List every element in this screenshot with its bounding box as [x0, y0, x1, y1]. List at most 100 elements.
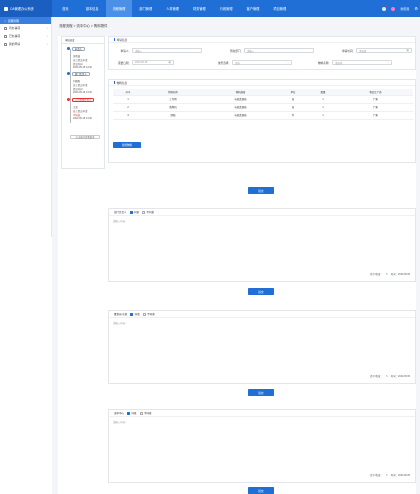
settings-icon[interactable]: ⚙ — [414, 6, 418, 11]
agree-option[interactable]: 同意 — [130, 312, 140, 316]
document-icon — [4, 42, 7, 46]
nav-home[interactable]: 首页 — [52, 0, 79, 17]
submit-button-4[interactable]: 提交 — [248, 487, 274, 494]
tree-node[interactable]: 人力资源负责人 — [67, 98, 95, 102]
sidebar-item-todo[interactable]: 待办事项 › — [0, 24, 51, 32]
materials-table: 序号 物料名称 物料规格 单位 数量 物品生厂商 1 工作牌 标准类规格张 1 厂家 2… — [113, 89, 413, 120]
chevron-down-icon: ⌄ — [286, 61, 289, 64]
nav-finance[interactable]: 财务管理 — [186, 0, 213, 17]
dept-label: 所在部门： — [230, 50, 243, 53]
signature-row: 签字/签章： ✎ 时间：2020.05.05 — [370, 374, 410, 379]
materials-card: 物料信息 序号 物料名称 物料规格 单位 数量 物品生厂商 1 工作牌 标准类规格张… — [108, 79, 416, 163]
logo-icon — [4, 6, 8, 11]
submit-button-1[interactable]: 提交 — [248, 187, 274, 194]
table-row: 3 制服 标准类规格件 1 厂家 — [113, 111, 413, 119]
breadcrumb: 流程流程 > 流中中心 > 购料物件 — [59, 24, 108, 28]
signature-icon[interactable]: ✎ — [386, 375, 388, 378]
agree-option[interactable]: 同意 — [129, 210, 139, 214]
approval-tree: 审批进度 申请人 张晓曼 员工提交申请 提交时间 2020-05-15 14:3… — [61, 36, 105, 169]
tree-node[interactable]: 申请人 — [67, 47, 85, 51]
checkbox-checked-icon — [129, 210, 133, 214]
chevron-right-icon: › — [47, 42, 48, 46]
signature-row: 签字/签章： ✎ 时间：2020.05.05 — [370, 473, 410, 478]
expand-more-button[interactable]: 点击展开查看更多 — [70, 135, 100, 139]
main-nav: 首页 基本信息 流程管理 部门管理 人事管理 财务管理 行政管理 客户管理 项目… — [52, 0, 293, 17]
nav-department[interactable]: 部门管理 — [132, 0, 159, 17]
opinion-title: 流中中心 — [114, 412, 125, 415]
content-panel: 审批进度 申请人 张晓曼 员工提交申请 提交时间 2020-05-15 14:3… — [58, 36, 416, 494]
application-card: 申请信息 申请人： 请输入 所在部门： 请输入 申请时间： 请选择 ▦ 需要日期：… — [108, 36, 416, 70]
chevron-down-icon: ⌄ — [386, 61, 389, 64]
nav-process[interactable]: 流程管理 — [105, 0, 133, 17]
calendar-icon: ▦ — [168, 61, 171, 64]
nav-admin[interactable]: 行政管理 — [213, 0, 240, 17]
goods-label: 物料名称： — [318, 62, 331, 65]
date-label: 需要日期： — [118, 62, 131, 65]
chevron-right-icon: › — [47, 26, 48, 30]
checkbox-icon — [142, 312, 146, 316]
sidebar-header[interactable]: ⌂ 流程管理 — [0, 17, 51, 24]
opinion-card-dept: 部门负责人 同意 不同意 请输入内容... 签字/签章： ✎ 时间：2020.05.… — [108, 208, 416, 282]
app-title: OA管理办公系统 — [10, 7, 34, 11]
app-logo[interactable]: OA管理办公系统 — [0, 0, 52, 17]
tree-sub: 2020-05-15 14:30 — [73, 117, 92, 120]
add-material-button[interactable]: 新增物料 — [113, 142, 141, 148]
top-bar: OA管理办公系统 首页 基本信息 流程管理 部门管理 人事管理 财务管理 行政管… — [0, 0, 420, 17]
opinion-textarea[interactable]: 请输入内容... — [113, 420, 127, 424]
nav-basic-info[interactable]: 基本信息 — [79, 0, 106, 17]
done-icon — [4, 34, 7, 38]
opinion-card-center: 流中中心 同意 不同意 请输入内容... 签字/签章： ✎ 时间：2020.05.0… — [108, 409, 416, 483]
time-label: 申请时间： — [342, 50, 355, 53]
home-icon: ⌂ — [4, 18, 6, 23]
tree-node[interactable]: 部门负责人 — [67, 72, 90, 76]
tree-sub: 2020-05-15 14:30 — [73, 91, 92, 94]
nav-project[interactable]: 项目管理 — [266, 0, 293, 17]
opinion-title: 部门负责人 — [114, 211, 127, 214]
signature-icon[interactable]: ✎ — [386, 273, 388, 276]
node-dot-icon — [67, 47, 71, 51]
type-select[interactable]: 请选 ⌄ — [232, 60, 292, 65]
user-name[interactable]: 张晓曼 — [400, 7, 409, 11]
card-header: 申请信息 — [109, 37, 415, 43]
opinion-header: 流中中心 同意 不同意 — [109, 410, 415, 417]
applicant-label: 申请人： — [120, 50, 131, 53]
tree-title: 审批进度 — [62, 37, 104, 44]
sidebar: ⌂ 流程管理 待办事项 › 已办事项 › 我的申请 › — [0, 17, 52, 237]
checkbox-checked-icon — [130, 312, 134, 316]
signature-icon[interactable]: ✎ — [386, 474, 388, 477]
node-dot-icon — [67, 72, 71, 76]
avatar[interactable] — [391, 6, 396, 11]
goods-select[interactable]: 请选择 ⌄ — [332, 60, 392, 65]
notification-icon[interactable] — [382, 5, 388, 11]
todo-icon — [4, 26, 7, 30]
nav-customer[interactable]: 客户管理 — [240, 0, 267, 17]
time-input[interactable]: 请选择 ▦ — [356, 48, 412, 53]
checkbox-icon — [139, 411, 143, 415]
signature-row: 签字/签章： ✎ 时间：2020.05.05 — [370, 272, 410, 277]
type-label: 类型选择： — [218, 62, 231, 65]
chevron-right-icon: › — [47, 34, 48, 38]
card-header: 物料信息 — [109, 80, 415, 86]
dept-input[interactable]: 请输入 — [244, 48, 314, 53]
submit-button-3[interactable]: 提交 — [248, 389, 274, 396]
applicant-input[interactable]: 请输入 — [132, 48, 202, 53]
opinion-textarea[interactable]: 请输入内容... — [113, 219, 127, 223]
nav-hr[interactable]: 人事管理 — [159, 0, 186, 17]
main-area: 流程流程 > 流中中心 > 购料物件 审批进度 申请人 张晓曼 员工提交申请 提… — [52, 17, 420, 494]
opinion-header: 董事长/总裁 同意 不同意 — [109, 311, 415, 318]
opinion-textarea[interactable]: 请输入内容... — [113, 321, 127, 325]
disagree-option[interactable]: 不同意 — [139, 411, 152, 415]
user-area: 张晓曼 ⚙ — [382, 0, 418, 17]
opinion-header: 部门负责人 同意 不同意 — [109, 209, 415, 216]
disagree-option[interactable]: 不同意 — [142, 312, 155, 316]
agree-option[interactable]: 同意 — [127, 411, 137, 415]
table-row: 1 工作牌 标准类规格张 1 厂家 — [113, 95, 413, 103]
sidebar-item-done[interactable]: 已办事项 › — [0, 32, 51, 40]
opinion-card-ceo: 董事长/总裁 同意 不同意 请输入内容... 签字/签章： ✎ 时间：2020.05… — [108, 310, 416, 384]
disagree-option[interactable]: 不同意 — [142, 210, 154, 214]
checkbox-icon — [142, 210, 146, 214]
checkbox-checked-icon — [127, 411, 131, 415]
submit-button-2[interactable]: 提交 — [248, 288, 274, 295]
date-input[interactable]: 2020-05-15 ▦ — [132, 60, 174, 65]
sidebar-item-my-applications[interactable]: 我的申请 › — [0, 40, 51, 48]
